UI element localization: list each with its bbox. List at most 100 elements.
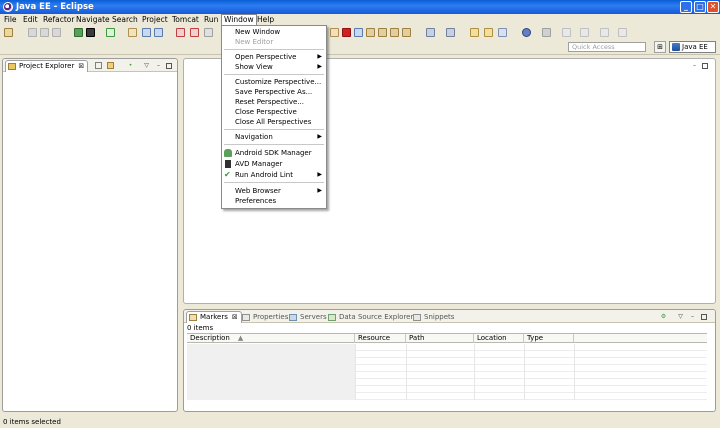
step-over-icon[interactable] bbox=[390, 28, 399, 37]
menu-search[interactable]: Search bbox=[110, 15, 140, 25]
menu-item-show-view[interactable]: Show View ▶ bbox=[222, 62, 326, 72]
menu-edit[interactable]: Edit bbox=[21, 15, 40, 25]
open-type-icon[interactable] bbox=[128, 28, 137, 37]
new-package-icon[interactable] bbox=[154, 28, 163, 37]
menu-item-customize-perspective[interactable]: Customize Perspective... bbox=[222, 77, 326, 87]
next-annotation-icon[interactable] bbox=[354, 28, 363, 37]
menu-navigate[interactable]: Navigate bbox=[74, 15, 112, 25]
column-type[interactable]: Type bbox=[524, 334, 574, 343]
menu-project[interactable]: Project bbox=[140, 15, 170, 25]
view-menu-icon[interactable]: ▽ bbox=[677, 313, 684, 320]
save-icon[interactable] bbox=[28, 28, 37, 37]
menu-help[interactable]: Help bbox=[255, 15, 276, 25]
menu-item-label: Preferences bbox=[235, 197, 277, 205]
close-button[interactable]: ✕ bbox=[707, 1, 719, 13]
globe-icon[interactable] bbox=[522, 28, 531, 37]
collapse-all-icon[interactable] bbox=[95, 62, 102, 69]
new-server-icon[interactable] bbox=[142, 28, 151, 37]
save-all-icon[interactable] bbox=[40, 28, 49, 37]
editor-maximize-icon[interactable] bbox=[702, 63, 708, 69]
coverage-icon[interactable] bbox=[426, 28, 435, 37]
view-options-icon[interactable]: • bbox=[127, 62, 134, 69]
pin-editor-icon[interactable] bbox=[580, 28, 589, 37]
maximize-button[interactable]: □ bbox=[694, 1, 706, 13]
markers-icon bbox=[189, 314, 197, 321]
last-edit-icon[interactable] bbox=[562, 28, 571, 37]
window-title: Java EE - Eclipse bbox=[16, 2, 94, 12]
open-folder-icon[interactable] bbox=[470, 28, 479, 37]
view-menu-icon[interactable]: ▽ bbox=[143, 62, 150, 69]
menu-item-navigation[interactable]: Navigation ▶ bbox=[222, 132, 326, 142]
menu-tomcat[interactable]: Tomcat bbox=[170, 15, 201, 25]
menu-item-avd-manager[interactable]: AVD Manager bbox=[222, 159, 326, 169]
search-tb-icon[interactable] bbox=[498, 28, 507, 37]
menu-window[interactable]: Window bbox=[221, 14, 257, 25]
open-project-icon[interactable] bbox=[484, 28, 493, 37]
menu-item-web-browser[interactable]: Web Browser ▶ bbox=[222, 186, 326, 196]
perspective-java-ee[interactable]: Java EE bbox=[669, 41, 716, 53]
column-path[interactable]: Path bbox=[406, 334, 474, 343]
project-explorer-tabbar: Project Explorer ⊠ • ▽ – bbox=[3, 59, 177, 72]
status-bar: 0 items selected bbox=[0, 416, 720, 428]
open-perspective-button[interactable]: ⊞ bbox=[654, 41, 666, 53]
menu-refactor[interactable]: Refactor bbox=[41, 15, 76, 25]
window-menu-dropdown: New Window New Editor Open Perspective ▶ … bbox=[221, 25, 327, 209]
stop-icon[interactable] bbox=[342, 28, 351, 37]
minimize-view-icon[interactable]: – bbox=[689, 313, 696, 320]
menu-item-close-all-perspectives[interactable]: Close All Perspectives bbox=[222, 117, 326, 127]
column-description[interactable]: Description ▲ bbox=[187, 334, 355, 343]
avd-icon[interactable] bbox=[86, 28, 95, 37]
forward-icon[interactable] bbox=[618, 28, 627, 37]
markers-table-header: Description ▲ Resource Path Location Type bbox=[187, 333, 707, 343]
tab-data-source-explorer[interactable]: Data Source Explorer bbox=[328, 312, 413, 323]
maximize-view-icon[interactable] bbox=[166, 63, 172, 69]
profile-icon[interactable] bbox=[446, 28, 455, 37]
menu-item-close-perspective[interactable]: Close Perspective bbox=[222, 107, 326, 117]
android-icon bbox=[224, 149, 232, 157]
menu-item-open-perspective[interactable]: Open Perspective ▶ bbox=[222, 52, 326, 62]
table-row bbox=[187, 379, 707, 386]
tab-markers[interactable]: Markers ⊠ bbox=[186, 311, 242, 323]
tab-project-explorer[interactable]: Project Explorer ⊠ bbox=[5, 60, 89, 72]
external-tools-icon[interactable] bbox=[204, 28, 213, 37]
menu-run[interactable]: Run bbox=[202, 15, 220, 25]
link-editor-icon[interactable] bbox=[107, 62, 114, 69]
menu-item-new-window[interactable]: New Window bbox=[222, 27, 326, 37]
menu-file[interactable]: File bbox=[2, 15, 19, 25]
menu-item-android-sdk-manager[interactable]: Android SDK Manager bbox=[222, 148, 326, 158]
toggle-mark-icon[interactable] bbox=[366, 28, 375, 37]
step-return-icon[interactable] bbox=[402, 28, 411, 37]
run-icon[interactable] bbox=[190, 28, 199, 37]
new-icon[interactable] bbox=[4, 28, 13, 37]
maximize-view-icon[interactable] bbox=[701, 314, 707, 320]
menu-item-run-android-lint[interactable]: ✔ Run Android Lint ▶ bbox=[222, 170, 326, 180]
toolbar-misc-icon[interactable] bbox=[330, 28, 339, 37]
tab-properties[interactable]: Properties bbox=[242, 312, 288, 323]
filter-icon[interactable]: ⚙ bbox=[660, 313, 667, 320]
menu-item-reset-perspective[interactable]: Reset Perspective... bbox=[222, 97, 326, 107]
menu-item-new-editor: New Editor bbox=[222, 37, 326, 47]
toolbar-ext-icon[interactable] bbox=[542, 28, 551, 37]
column-resource[interactable]: Resource bbox=[355, 334, 406, 343]
lint-check-icon[interactable] bbox=[106, 28, 115, 37]
quick-access-input[interactable]: Quick Access bbox=[568, 42, 646, 52]
tab-label: Snippets bbox=[424, 313, 455, 321]
debug-icon[interactable] bbox=[176, 28, 185, 37]
menu-item-preferences[interactable]: Preferences bbox=[222, 196, 326, 206]
bottom-tabbar: Markers ⊠ Properties Servers Data Source … bbox=[184, 310, 715, 323]
table-row bbox=[187, 393, 707, 400]
step-icon[interactable] bbox=[378, 28, 387, 37]
tab-snippets[interactable]: Snippets bbox=[413, 312, 454, 323]
back-icon[interactable] bbox=[600, 28, 609, 37]
menu-item-save-perspective-as[interactable]: Save Perspective As... bbox=[222, 87, 326, 97]
close-tab-icon[interactable]: ⊠ bbox=[78, 62, 84, 70]
editor-minimize-icon[interactable]: – bbox=[691, 62, 698, 69]
tab-servers[interactable]: Servers bbox=[289, 312, 327, 323]
android-sdk-icon[interactable] bbox=[74, 28, 83, 37]
menu-item-label: Navigation bbox=[235, 133, 273, 141]
minimize-button[interactable]: _ bbox=[680, 1, 692, 13]
print-icon[interactable] bbox=[52, 28, 61, 37]
close-tab-icon[interactable]: ⊠ bbox=[232, 313, 238, 321]
minimize-view-icon[interactable]: – bbox=[155, 62, 162, 69]
column-location[interactable]: Location bbox=[474, 334, 524, 343]
